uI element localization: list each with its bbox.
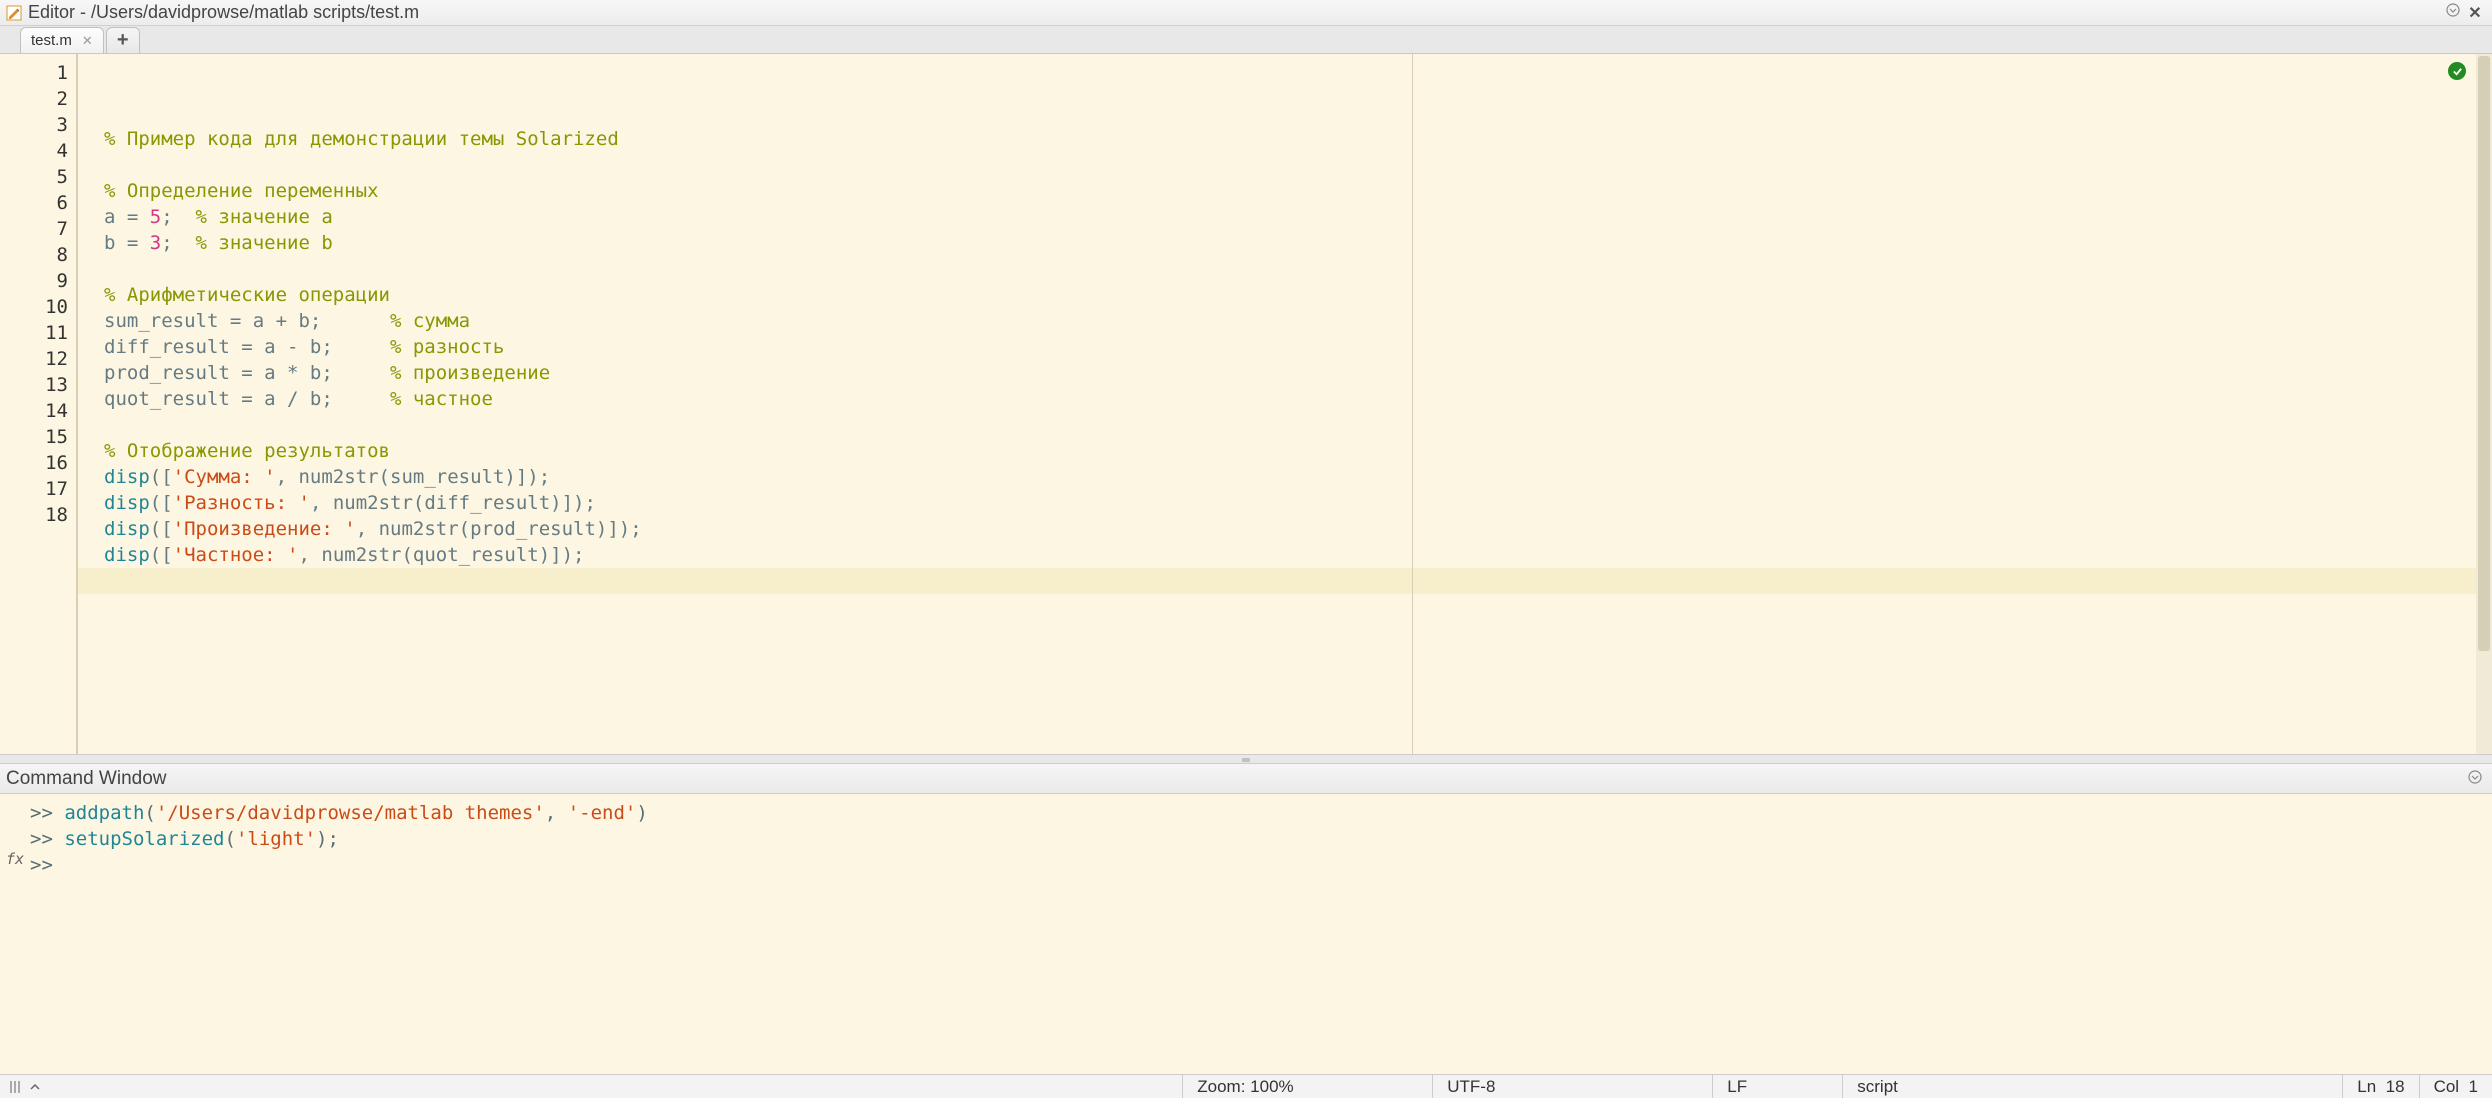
tab-strip: test.m ✕ + [0,26,2492,54]
status-filetype[interactable]: script [1842,1075,2342,1098]
window: Editor - /Users/davidprowse/matlab scrip… [0,0,2492,1098]
command-window-menu-button[interactable] [2464,770,2486,787]
code-area[interactable]: % Пример кода для демонстрации темы Sola… [78,54,2476,754]
code-ok-icon [2448,62,2466,80]
code-line [104,256,2476,282]
code-line: disp(['Разность: ', num2str(diff_result)… [104,490,2476,516]
code-line: b = 3; % значение b [104,230,2476,256]
status-eol[interactable]: LF [1712,1075,1842,1098]
code-line: disp(['Частное: ', num2str(quot_result)]… [104,542,2476,568]
command-window-header: Command Window [0,764,2492,794]
code-line: diff_result = a - b; % разность [104,334,2476,360]
command-margin: fx [0,794,30,1074]
line-number: 5 [0,164,68,190]
line-number: 2 [0,86,68,112]
tab-add-button[interactable]: + [106,27,140,53]
scrollbar-thumb[interactable] [2478,56,2490,651]
command-line: >> setupSolarized('light'); [30,826,2492,852]
ln-label: Ln [2357,1077,2376,1097]
line-gutter: 123456789101112131415161718 [0,54,78,754]
line-number: 10 [0,294,68,320]
col-value: 1 [2469,1077,2478,1097]
status-zoom[interactable]: Zoom: 100% [1182,1075,1432,1098]
splitter-grip-icon [1242,758,1250,762]
plus-icon: + [117,29,129,52]
command-window-title: Command Window [6,768,2464,790]
code-line: prod_result = a * b; % произведение [104,360,2476,386]
line-number: 17 [0,476,68,502]
code-line: % Определение переменных [104,178,2476,204]
line-number: 16 [0,450,68,476]
ln-value: 18 [2386,1077,2405,1097]
line-number: 15 [0,424,68,450]
col-label: Col [2434,1077,2460,1097]
code-line: a = 5; % значение a [104,204,2476,230]
line-number: 11 [0,320,68,346]
code-line: sum_result = a + b; % сумма [104,308,2476,334]
code-line: % Арифметические операции [104,282,2476,308]
close-button[interactable]: ✕ [2464,3,2486,23]
line-number: 18 [0,502,68,528]
tab-close-icon[interactable]: ✕ [82,33,93,49]
status-col: Col 1 [2419,1075,2492,1098]
status-line: Ln 18 [2342,1075,2418,1098]
line-number: 13 [0,372,68,398]
code-line: disp(['Сумма: ', num2str(sum_result)]); [104,464,2476,490]
line-number: 12 [0,346,68,372]
code-line [104,412,2476,438]
code-line [104,152,2476,178]
code-line [78,568,2476,594]
statusbar-chevron-icon[interactable] [30,1077,50,1097]
line-number: 7 [0,216,68,242]
line-number: 1 [0,60,68,86]
minimize-button[interactable] [2442,3,2464,22]
tab-test-m[interactable]: test.m ✕ [20,27,104,53]
fx-icon[interactable]: fx [6,850,24,868]
code-line: disp(['Произведение: ', num2str(prod_res… [104,516,2476,542]
code-line: % Отображение результатов [104,438,2476,464]
tab-label: test.m [31,32,72,49]
titlebar: Editor - /Users/davidprowse/matlab scrip… [0,0,2492,26]
line-number: 4 [0,138,68,164]
code-line: quot_result = a / b; % частное [104,386,2476,412]
horizontal-splitter[interactable] [0,754,2492,764]
line-number: 6 [0,190,68,216]
command-line: >> [30,852,2492,878]
status-bar: Zoom: 100% UTF-8 LF script Ln 18 Col 1 [0,1074,2492,1098]
line-number: 9 [0,268,68,294]
editor-scrollbar[interactable] [2476,54,2492,754]
line-number: 14 [0,398,68,424]
editor-pane: 123456789101112131415161718 % Пример код… [0,54,2492,754]
command-lines[interactable]: >> addpath('/Users/davidprowse/matlab th… [30,794,2492,1074]
line-number: 8 [0,242,68,268]
editor-icon [6,5,22,21]
status-encoding[interactable]: UTF-8 [1432,1075,1712,1098]
right-margin-line [1412,54,1413,754]
window-title: Editor - /Users/davidprowse/matlab scrip… [28,2,2442,23]
command-line: >> addpath('/Users/davidprowse/matlab th… [30,800,2492,826]
command-window[interactable]: fx >> addpath('/Users/davidprowse/matlab… [0,794,2492,1074]
code-line: % Пример кода для демонстрации темы Sola… [104,126,2476,152]
line-number: 3 [0,112,68,138]
statusbar-grip-icon [0,1081,30,1093]
